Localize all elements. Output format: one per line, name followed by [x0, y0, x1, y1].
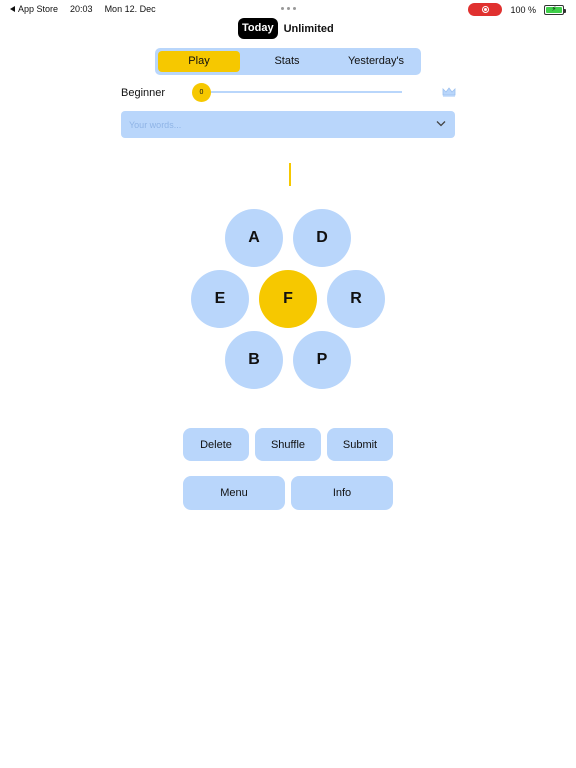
battery-charging-icon: ⚡ — [544, 4, 566, 15]
progress-track — [200, 91, 402, 93]
status-time: 20:03 — [70, 4, 93, 14]
tab-play[interactable]: Play — [158, 51, 240, 72]
rank-label: Beginner — [121, 87, 166, 99]
battery-percent: 100 % — [510, 4, 536, 15]
segmented-tabs: Play Stats Yesterday's — [155, 48, 421, 75]
tab-yesterdays[interactable]: Yesterday's — [334, 51, 418, 72]
crown-icon — [442, 87, 456, 97]
status-date: Mon 12. Dec — [104, 4, 156, 14]
words-input[interactable] — [129, 119, 409, 130]
mode-today-button[interactable]: Today — [238, 18, 278, 39]
back-triangle-icon — [10, 6, 15, 12]
found-words-dropdown[interactable] — [121, 111, 455, 138]
status-bar: App Store 20:03 Mon 12. Dec 100 % ⚡ — [0, 0, 576, 18]
menu-button[interactable]: Menu — [183, 476, 285, 510]
info-button[interactable]: Info — [291, 476, 393, 510]
letter-button[interactable]: A — [225, 209, 283, 267]
mode-unlimited-button[interactable]: Unlimited — [284, 23, 334, 35]
letter-button[interactable]: P — [293, 331, 351, 389]
letter-button[interactable]: B — [225, 331, 283, 389]
back-app-label: App Store — [18, 4, 59, 14]
letter-button[interactable]: E — [191, 270, 249, 328]
status-right: 100 % ⚡ — [468, 3, 566, 16]
mode-toggle: Today Unlimited — [238, 18, 334, 39]
more-dots-icon[interactable] — [281, 7, 296, 10]
chevron-down-icon[interactable] — [436, 120, 446, 127]
shuffle-button[interactable]: Shuffle — [255, 428, 321, 461]
text-cursor — [289, 163, 291, 186]
back-to-app-button[interactable]: App Store — [10, 4, 58, 14]
letter-button[interactable]: R — [327, 270, 385, 328]
screen-record-icon[interactable] — [468, 3, 503, 16]
submit-button[interactable]: Submit — [327, 428, 393, 461]
delete-button[interactable]: Delete — [183, 428, 249, 461]
tab-stats[interactable]: Stats — [240, 51, 334, 72]
score-marker: 0 — [192, 83, 211, 102]
letter-button[interactable]: D — [293, 209, 351, 267]
status-left: App Store 20:03 Mon 12. Dec — [10, 4, 156, 14]
center-letter-button[interactable]: F — [259, 270, 317, 328]
